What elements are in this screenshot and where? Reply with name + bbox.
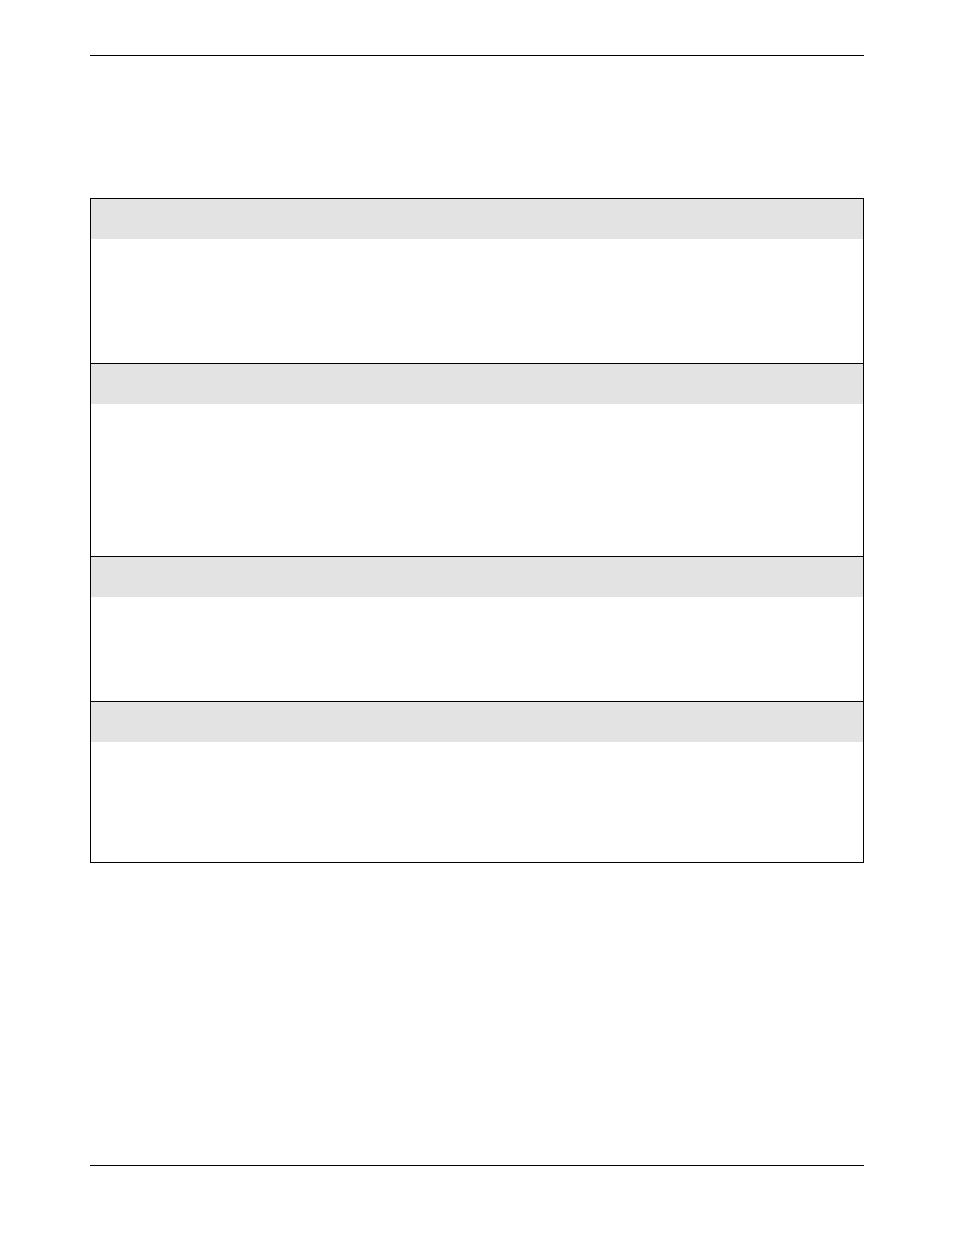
- table-row: [91, 199, 863, 363]
- table-row: [91, 363, 863, 556]
- row-body: [91, 742, 863, 862]
- page: [0, 0, 954, 1235]
- row-body: [91, 239, 863, 363]
- header-rule: [90, 55, 864, 56]
- row-header-shade: [91, 702, 863, 742]
- row-body: [91, 597, 863, 701]
- row-header-shade: [91, 199, 863, 239]
- row-body: [91, 404, 863, 556]
- footer-rule: [90, 1165, 864, 1166]
- content-table: [90, 198, 864, 863]
- row-header-shade: [91, 364, 863, 404]
- table-row: [91, 701, 863, 862]
- row-header-shade: [91, 557, 863, 597]
- table-row: [91, 556, 863, 701]
